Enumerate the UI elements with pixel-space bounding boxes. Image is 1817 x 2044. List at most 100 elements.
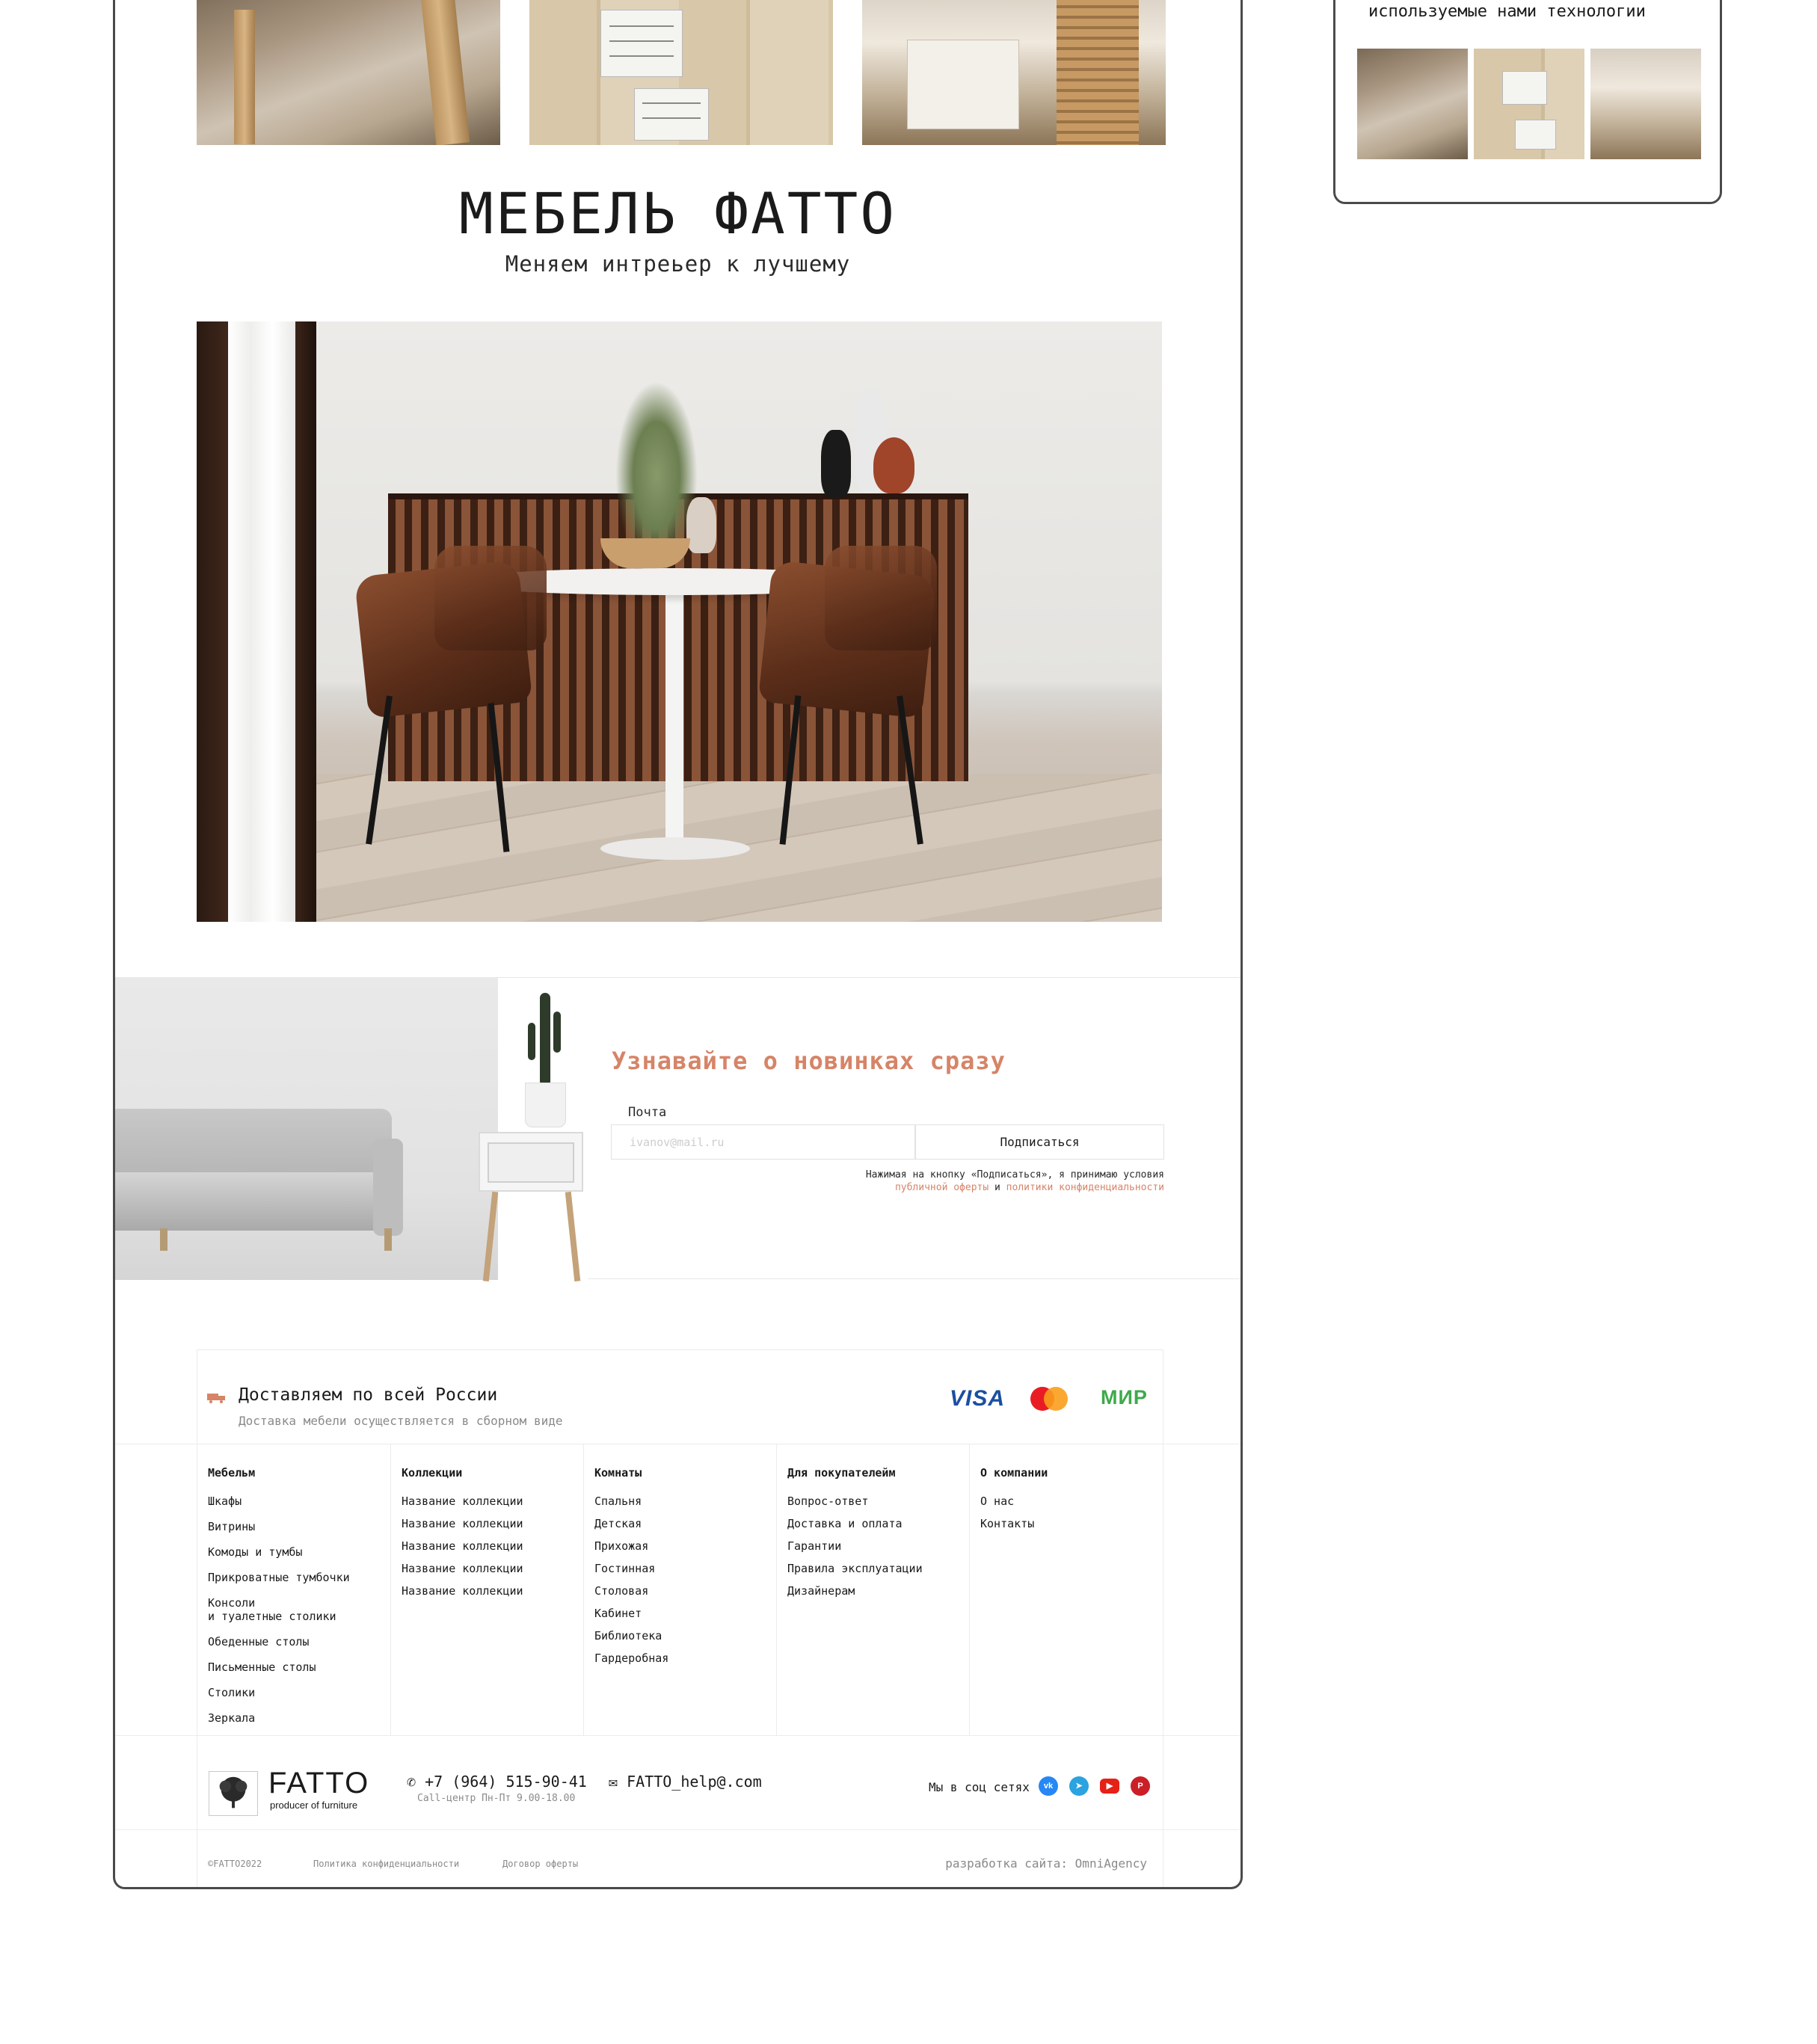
footer-link[interactable]: Название коллекции <box>402 1562 523 1575</box>
technology-card-text: используемые нами технологии <box>1368 2 1646 21</box>
mastercard-logo <box>1030 1387 1068 1411</box>
footer-link[interactable]: Кабинет <box>594 1607 668 1620</box>
curtain <box>228 321 295 922</box>
footer-link[interactable]: Столики <box>208 1686 350 1699</box>
phone-number[interactable]: ✆ +7 (964) 515-90-41 <box>407 1773 587 1791</box>
paper-sheet <box>1515 120 1556 150</box>
youtube-icon[interactable]: ▶ <box>1100 1779 1119 1794</box>
footer-link[interactable]: Вопрос-ответ <box>787 1494 923 1508</box>
paper-sheet <box>634 88 709 141</box>
olive-plant <box>615 381 698 538</box>
curtain <box>295 321 316 922</box>
footer-column-collections: Коллекции Название коллекции Название ко… <box>402 1466 523 1607</box>
footer-link[interactable]: Консоли и туалетные столики <box>208 1596 350 1623</box>
page-subtitle: Меняем интреьер к лучшему <box>505 251 851 277</box>
footer-link[interactable]: Название коллекции <box>402 1539 523 1553</box>
thumb-photo-1[interactable] <box>1357 49 1468 159</box>
email-input[interactable] <box>611 1124 915 1160</box>
telegram-icon[interactable]: ➤ <box>1069 1776 1089 1796</box>
developer-credit[interactable]: разработка сайта: OmniAgency <box>945 1856 1147 1871</box>
delivery-title: Доставляем по всей России <box>239 1385 498 1405</box>
truck-icon <box>207 1394 225 1403</box>
footer-link[interactable]: Витрины <box>208 1520 350 1533</box>
footer-link[interactable]: Доставка и оплата <box>787 1517 923 1530</box>
footer-link[interactable]: Гостинная <box>594 1562 668 1575</box>
cactus <box>528 1023 535 1060</box>
footer-link[interactable]: Контакты <box>980 1517 1048 1530</box>
paper-sheet <box>1502 71 1547 105</box>
footer-link[interactable]: Правила эксплуатации <box>787 1562 923 1575</box>
footer-column-rooms: Комнаты Спальня Детская Прихожая Гостинн… <box>594 1466 668 1674</box>
phone-hours: Call-центр Пн-Пт 9.00-18.00 <box>417 1793 576 1804</box>
wood-plank <box>234 10 255 144</box>
footer-divider <box>776 1444 777 1735</box>
vk-icon[interactable]: vk <box>1039 1776 1058 1796</box>
footer-link[interactable]: Гарантии <box>787 1539 923 1553</box>
subscribe-button[interactable]: Подписаться <box>915 1124 1164 1160</box>
footer-link-line: и туалетные столики <box>208 1610 336 1623</box>
footer-link[interactable]: Зеркала <box>208 1711 350 1725</box>
curtain <box>197 321 228 922</box>
footer-link[interactable]: Библиотека <box>594 1629 668 1643</box>
footer-column-company: О компании О нас Контакты <box>980 1466 1048 1539</box>
offer-link[interactable]: Договор оферты <box>502 1859 578 1869</box>
footer-link[interactable]: Дизайнерам <box>787 1584 923 1598</box>
sofa-leg <box>160 1228 167 1251</box>
footer-link[interactable]: Спальня <box>594 1494 668 1508</box>
privacy-policy-link[interactable]: политики конфиденциальности <box>1006 1182 1164 1193</box>
phone-icon: ✆ <box>407 1773 416 1791</box>
logo-tagline: producer of furniture <box>270 1800 358 1811</box>
table-base <box>600 837 750 860</box>
vase <box>873 437 914 493</box>
tree-logo-icon[interactable] <box>209 1771 258 1816</box>
newsletter-sofa-image <box>115 978 498 1280</box>
vase <box>821 430 851 497</box>
footer-link[interactable]: Детская <box>594 1517 668 1530</box>
chair <box>434 546 547 650</box>
consent-text: Нажимая на кнопку «Подписаться», я прини… <box>865 1169 1164 1180</box>
privacy-link[interactable]: Политика конфиденциальности <box>313 1859 459 1869</box>
wood-plank <box>420 0 470 145</box>
chair <box>825 546 937 650</box>
footer-column-furniture: Мебельм Шкафы Витрины Комоды и тумбы При… <box>208 1466 350 1737</box>
delivery-subtitle: Доставка мебели осуществляется в сборном… <box>239 1414 563 1428</box>
email-link[interactable]: ✉ FATTO_help@.com <box>609 1773 762 1791</box>
vase <box>686 497 716 553</box>
footer-link[interactable]: Название коллекции <box>402 1517 523 1530</box>
thumb-photo-3[interactable] <box>1590 49 1701 159</box>
stacked-wood <box>1057 0 1139 145</box>
footer-column-heading: Коллекции <box>402 1466 463 1480</box>
public-offer-link[interactable]: публичной оферты <box>895 1182 989 1193</box>
sofa-seat <box>115 1172 396 1231</box>
footer-link[interactable]: Прикроватные тумбочки <box>208 1571 350 1584</box>
footer-link-line: Консоли <box>208 1596 256 1610</box>
footer-link[interactable]: Столовая <box>594 1584 668 1598</box>
mir-logo: МИР <box>1101 1386 1148 1409</box>
mail-icon: ✉ <box>609 1773 618 1791</box>
cactus <box>553 1012 561 1053</box>
footer-link[interactable]: Название коллекции <box>402 1494 523 1508</box>
footer-link[interactable]: Гардеробная <box>594 1651 668 1665</box>
hero-dining-image <box>197 321 1162 922</box>
footer-column-heading: Мебельм <box>208 1466 256 1480</box>
footer-divider <box>115 1829 1240 1830</box>
footer-link[interactable]: Письменные столы <box>208 1660 350 1674</box>
footer-link[interactable]: Прихожая <box>594 1539 668 1553</box>
logo-wordmark[interactable]: FATTO <box>268 1767 369 1800</box>
footer-link[interactable]: Шкафы <box>208 1494 350 1508</box>
page-title: МЕБЕЛЬ ФАТТО <box>458 180 897 247</box>
consent-and: и <box>994 1182 1000 1193</box>
thumb-photo-2[interactable] <box>1474 49 1584 159</box>
footer-link[interactable]: Комоды и тумбы <box>208 1545 350 1559</box>
footer-link[interactable]: Обеденные столы <box>208 1635 350 1649</box>
footer-column-heading: О компании <box>980 1466 1048 1480</box>
email-text: FATTO_help@.com <box>627 1773 762 1791</box>
email-label: Почта <box>628 1105 667 1120</box>
footer-link[interactable]: О нас <box>980 1494 1048 1508</box>
copyright: ©FATTO2022 <box>208 1859 262 1869</box>
technology-card: используемые нами технологии <box>1333 0 1722 204</box>
footer-link[interactable]: Название коллекции <box>402 1584 523 1598</box>
pinterest-icon[interactable]: P <box>1131 1776 1150 1796</box>
footer-column-heading: Комнаты <box>594 1466 642 1480</box>
factory-photo-2 <box>529 0 833 145</box>
